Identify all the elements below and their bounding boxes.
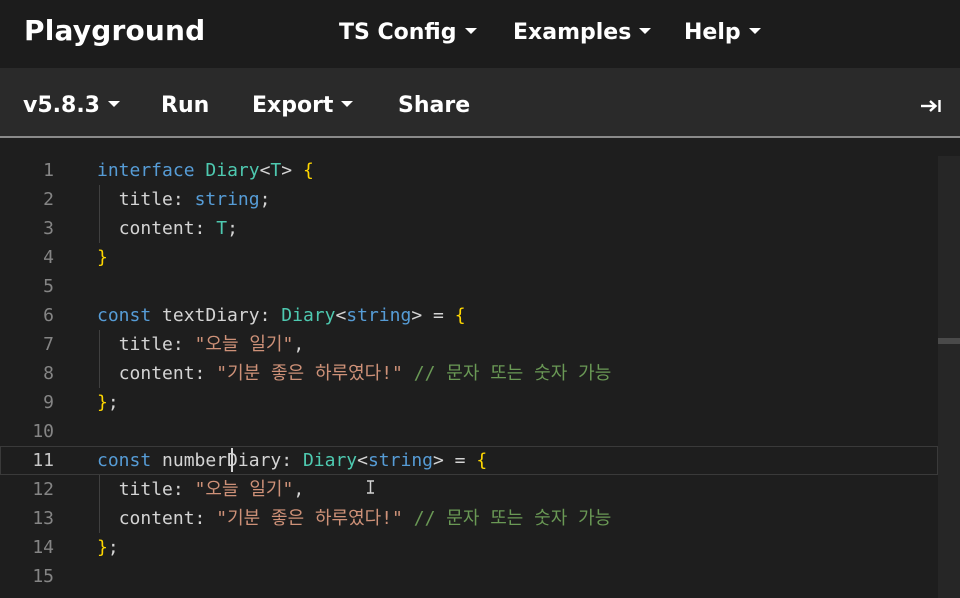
- line-number: 9: [43, 392, 54, 413]
- line-code: content: T;: [118, 218, 238, 239]
- version-select[interactable]: v5.8.3: [23, 93, 120, 118]
- run-button[interactable]: Run: [161, 93, 209, 118]
- editor-toolbar: v5.8.3 Run Export Share: [0, 68, 960, 138]
- code-line[interactable]: 10: [0, 417, 938, 446]
- scrollbar-thumb[interactable]: [938, 338, 960, 344]
- code-line[interactable]: 12 title: "오늘 일기",: [0, 475, 938, 504]
- tsconfig-menu-label: TS Config: [339, 20, 457, 45]
- line-number: 2: [43, 189, 54, 210]
- line-code: interface Diary<T> {: [97, 160, 314, 181]
- tsconfig-menu[interactable]: TS Config: [339, 20, 477, 45]
- code-line[interactable]: 5: [0, 272, 938, 301]
- code-line[interactable]: 8 content: "기분 좋은 하루였다!" // 문자 또는 숫자 가능: [0, 359, 938, 388]
- line-code: title: "오늘 일기",: [118, 334, 305, 355]
- export-menu[interactable]: Export: [252, 93, 354, 118]
- code-line[interactable]: 15: [0, 562, 938, 591]
- line-number: 12: [32, 479, 54, 500]
- line-code: title: string;: [118, 189, 271, 210]
- line-number: 15: [32, 566, 54, 587]
- line-code: const numberDiary: Diary<string> = {: [97, 450, 488, 471]
- line-code: const textDiary: Diary<string> = {: [97, 305, 466, 326]
- code-line[interactable]: 2 title: string;: [0, 185, 938, 214]
- code-line[interactable]: 3 content: T;: [0, 214, 938, 243]
- editor-scrollbar[interactable]: [938, 156, 960, 598]
- code-editor[interactable]: 1 interface Diary<T> { 2 title: string; …: [0, 156, 960, 598]
- version-select-label: v5.8.3: [23, 93, 100, 118]
- line-number: 6: [43, 305, 54, 326]
- line-code: };: [97, 392, 119, 413]
- line-code: };: [97, 537, 119, 558]
- chevron-down-icon: [639, 28, 652, 34]
- line-code: }: [97, 247, 108, 268]
- top-navigation: Playground TS Config Examples Help: [0, 0, 960, 68]
- line-number: 14: [32, 537, 54, 558]
- line-number: 5: [43, 276, 54, 297]
- line-number: 11: [32, 450, 54, 471]
- chevron-down-icon: [107, 101, 120, 107]
- code-line[interactable]: 4 }: [0, 243, 938, 272]
- code-line[interactable]: 7 title: "오늘 일기",: [0, 330, 938, 359]
- line-code: title: "오늘 일기",: [118, 479, 305, 500]
- code-line-current[interactable]: 11 const numberDiary: Diary<string> = {: [0, 446, 938, 475]
- code-line[interactable]: 13 content: "기분 좋은 하루였다!" // 문자 또는 숫자 가능: [0, 504, 938, 533]
- line-code: content: "기분 좋은 하루였다!" // 문자 또는 숫자 가능: [118, 363, 612, 384]
- help-menu[interactable]: Help: [684, 20, 761, 45]
- ibeam-cursor-icon: [366, 479, 375, 494]
- line-number: 1: [43, 160, 54, 181]
- line-number: 3: [43, 218, 54, 239]
- examples-menu-label: Examples: [513, 20, 632, 45]
- code-line[interactable]: 9 };: [0, 388, 938, 417]
- line-number: 8: [43, 363, 54, 384]
- nav-menu: TS Config Examples Help: [0, 20, 960, 50]
- code-line[interactable]: 6 const textDiary: Diary<string> = {: [0, 301, 938, 330]
- line-number: 10: [32, 421, 54, 442]
- arrow-right-to-bar-icon[interactable]: [920, 98, 942, 114]
- text-cursor: [231, 448, 233, 472]
- code-line[interactable]: 14 };: [0, 533, 938, 562]
- export-menu-label: Export: [252, 93, 334, 118]
- examples-menu[interactable]: Examples: [513, 20, 652, 45]
- line-number: 7: [43, 334, 54, 355]
- line-number: 13: [32, 508, 54, 529]
- share-button[interactable]: Share: [398, 93, 470, 118]
- line-number: 4: [43, 247, 54, 268]
- chevron-down-icon: [341, 101, 354, 107]
- help-menu-label: Help: [684, 20, 741, 45]
- chevron-down-icon: [464, 28, 477, 34]
- code-line[interactable]: 1 interface Diary<T> {: [0, 156, 938, 185]
- chevron-down-icon: [748, 28, 761, 34]
- line-code: content: "기분 좋은 하루였다!" // 문자 또는 숫자 가능: [118, 508, 612, 529]
